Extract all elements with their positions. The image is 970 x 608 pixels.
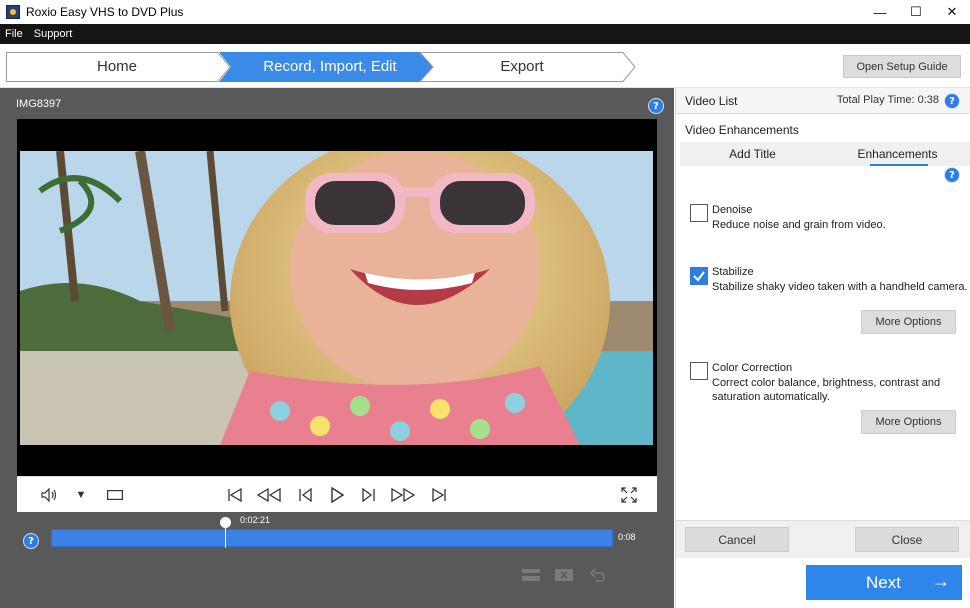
arrow-right-icon: →: [932, 571, 950, 591]
fast-forward-icon[interactable]: [389, 477, 417, 513]
stabilize-title: Stabilize: [712, 266, 754, 278]
stabilize-more-options-button[interactable]: More Options: [861, 310, 956, 334]
checkmark-icon: [693, 271, 705, 282]
color-correction-description-line2: saturation automatically.: [712, 391, 830, 403]
volume-dropdown-icon[interactable]: ▼: [73, 477, 89, 513]
menu-support[interactable]: Support: [29, 28, 79, 40]
step-export[interactable]: Export: [434, 52, 610, 82]
video-preview-image[interactable]: [20, 151, 653, 445]
tab-add-title[interactable]: Add Title: [680, 142, 825, 166]
undo-icon[interactable]: [589, 566, 607, 584]
skip-to-end-icon[interactable]: [429, 477, 449, 513]
current-time: 0:02:21: [240, 515, 271, 525]
fullscreen-icon[interactable]: [619, 477, 639, 513]
split-clip-icon[interactable]: [521, 566, 541, 584]
timeline-track[interactable]: [51, 529, 613, 547]
player-help-icon[interactable]: ?: [648, 98, 664, 114]
window-title: Roxio Easy VHS to DVD Plus: [26, 5, 184, 19]
rewind-icon[interactable]: [255, 477, 283, 513]
step-record-import-edit[interactable]: Record, Import, Edit: [228, 52, 432, 82]
panel-footer: Cancel Close: [676, 520, 970, 558]
title-bar: Roxio Easy VHS to DVD Plus — ☐ ✕: [0, 0, 970, 24]
active-tab-indicator: [870, 164, 928, 166]
next-frame-icon[interactable]: [359, 477, 379, 513]
maximize-button[interactable]: ☐: [898, 0, 934, 24]
cancel-button[interactable]: Cancel: [685, 527, 789, 552]
step-navigation: Home Record, Import, Edit Export: [6, 52, 636, 82]
denoise-description: Reduce noise and grain from video.: [712, 219, 886, 231]
section-title: Video Enhancements: [685, 123, 799, 137]
play-icon[interactable]: [327, 477, 347, 513]
aspect-ratio-icon[interactable]: [105, 477, 125, 513]
stabilize-checkbox[interactable]: [690, 267, 708, 285]
tab-enhancements[interactable]: Enhancements: [825, 142, 970, 166]
end-time: 0:08: [618, 532, 636, 542]
close-button[interactable]: Close: [855, 527, 959, 552]
timeline-help-icon[interactable]: ?: [23, 533, 39, 549]
denoise-title: Denoise: [712, 204, 753, 216]
app-icon: [6, 5, 20, 19]
menu-file[interactable]: File: [0, 28, 29, 40]
video-list-label[interactable]: Video List: [685, 94, 737, 108]
step-home[interactable]: Home: [6, 52, 228, 82]
enhancement-tabs: Add Title Enhancements: [680, 142, 970, 166]
next-label: Next: [866, 573, 901, 592]
window-controls: — ☐ ✕: [862, 0, 970, 24]
clip-name: IMG8397: [16, 98, 62, 110]
video-frame-picture: [20, 151, 653, 445]
total-play-time: Total Play Time: 0:38: [836, 94, 939, 106]
previous-frame-icon[interactable]: [295, 477, 315, 513]
enhancements-panel: Video List Total Play Time: 0:38 ? Video…: [675, 88, 970, 608]
next-button[interactable]: Next →: [806, 565, 962, 600]
skip-to-start-icon[interactable]: [225, 477, 245, 513]
video-list-help-icon[interactable]: ?: [944, 93, 960, 109]
color-correction-description-line1: Correct color balance, brightness, contr…: [712, 377, 941, 389]
preview-pane: IMG8397 ? ▼ ? 0:02:21 0:08: [0, 88, 674, 608]
video-frame: [17, 119, 657, 476]
delete-clip-icon[interactable]: [554, 566, 574, 584]
minimize-button[interactable]: —: [862, 0, 898, 24]
enhancements-help-icon[interactable]: ?: [944, 167, 960, 183]
player-controls: ▼: [17, 476, 657, 512]
open-setup-guide-button[interactable]: Open Setup Guide: [843, 55, 961, 78]
color-correction-more-options-button[interactable]: More Options: [861, 410, 956, 434]
color-correction-title: Color Correction: [712, 362, 793, 374]
playhead-handle[interactable]: [220, 517, 231, 528]
close-window-button[interactable]: ✕: [934, 0, 970, 24]
volume-icon[interactable]: [39, 477, 61, 513]
color-correction-checkbox[interactable]: [690, 362, 708, 380]
step-bar: Home Record, Import, Edit Export Open Se…: [0, 44, 970, 88]
stabilize-description: Stabilize shaky video taken with a handh…: [712, 281, 968, 293]
menu-bar: File Support: [0, 24, 970, 44]
denoise-checkbox[interactable]: [690, 204, 708, 222]
video-list-header: Video List Total Play Time: 0:38 ?: [676, 88, 970, 114]
